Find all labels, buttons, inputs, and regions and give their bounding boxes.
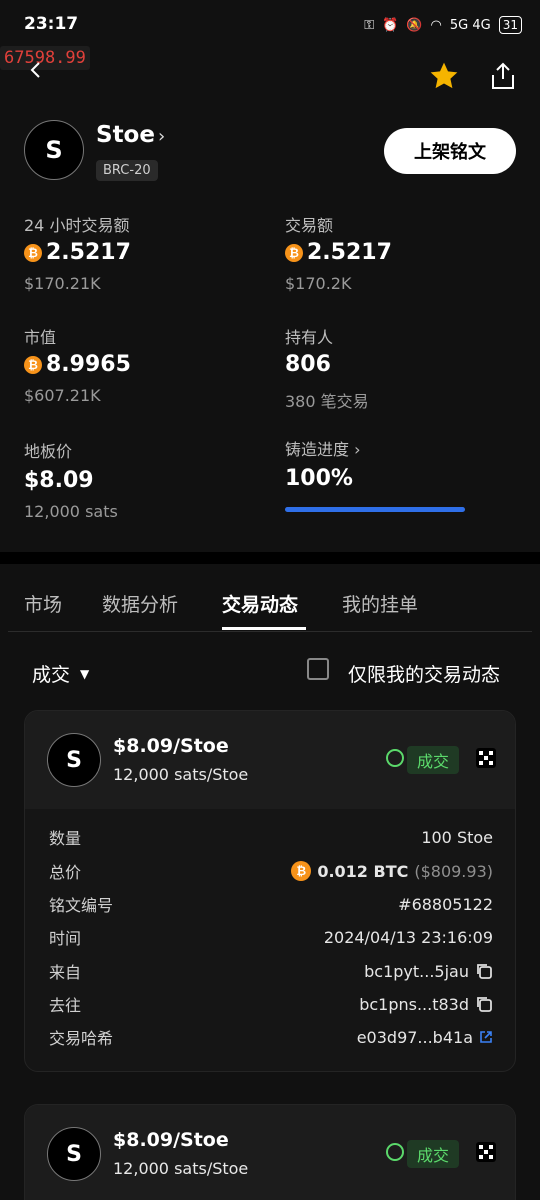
alarm-icon: ⏰ — [382, 17, 399, 33]
my-activity-checkbox[interactable] — [307, 658, 329, 680]
key-icon: ⚿ — [364, 17, 375, 33]
section-divider — [0, 552, 540, 564]
holders-transactions: 380 笔交易 — [285, 392, 369, 411]
holders-value: 806 — [285, 352, 331, 377]
mint-progress-label[interactable]: 铸造进度 › — [285, 436, 361, 460]
tx-hash-link[interactable]: e03d97...b41a — [357, 1028, 493, 1047]
trade-price: $8.09/Stoe — [113, 1129, 229, 1151]
copy-icon[interactable] — [475, 995, 493, 1013]
status-icons: ⚿ ⏰ 🔕 ◠ 5G 4G 31 — [364, 16, 522, 34]
price-overlay: 67598.99 — [0, 46, 90, 70]
token-avatar: S — [47, 1127, 101, 1181]
floor-label: 地板价 — [24, 442, 73, 461]
active-tab-indicator — [222, 627, 306, 630]
volume-usd: $170.2K — [285, 274, 352, 293]
detail-inscription: 铭文编号 #68805122 — [49, 894, 493, 916]
trade-sats-price: 12,000 sats/Stoe — [113, 1159, 249, 1178]
detail-time: 时间 2024/04/13 23:16:09 — [49, 927, 493, 949]
volume-value: ₿ 2.5217 — [285, 240, 392, 265]
vol24h-usd: $170.21K — [24, 274, 101, 293]
okx-logo-icon — [476, 748, 496, 768]
status-circle-icon — [386, 1143, 404, 1161]
tab-activity[interactable]: 交易动态 — [222, 590, 298, 617]
back-arrow-icon[interactable] — [28, 62, 44, 78]
holders-label: 持有人 — [285, 328, 334, 347]
mute-icon: 🔕 — [406, 17, 423, 33]
market-cap-value: ₿ 8.9965 — [24, 352, 131, 377]
market-cap-usd: $607.21K — [24, 386, 101, 405]
tabs-divider — [8, 631, 532, 632]
caret-down-icon: ▼ — [80, 666, 90, 681]
floor-value: $8.09 — [24, 468, 94, 493]
external-link-icon — [480, 1031, 492, 1043]
copy-icon[interactable] — [475, 962, 493, 980]
bitcoin-icon: ₿ — [24, 243, 42, 262]
trade-card: S $8.09/Stoe 12,000 sats/Stoe 成交 数量 100 … — [24, 710, 516, 1072]
wifi-icon: ◠ — [430, 17, 442, 33]
tab-market[interactable]: 市场 — [24, 590, 62, 617]
detail-hash: 交易哈希 e03d97...b41a — [49, 1025, 493, 1049]
my-activity-label[interactable]: 仅限我的交易动态 — [348, 660, 500, 687]
status-bar: 23:17 ⚿ ⏰ 🔕 ◠ 5G 4G 31 — [0, 0, 540, 52]
mint-progress-value: 100% — [285, 466, 353, 491]
tab-bar: 市场 数据分析 交易动态 我的挂单 — [0, 590, 540, 632]
trade-card: S $8.09/Stoe 12,000 sats/Stoe 成交 — [24, 1104, 516, 1200]
token-standard-tag: BRC-20 — [96, 160, 158, 181]
bitcoin-icon: ₿ — [291, 861, 312, 881]
chevron-right-icon: › — [354, 440, 361, 459]
trade-sats-price: 12,000 sats/Stoe — [113, 765, 249, 784]
tab-analytics[interactable]: 数据分析 — [102, 590, 178, 617]
token-avatar: S — [24, 120, 84, 180]
detail-from: 来自 bc1pyt...5jau — [49, 959, 493, 983]
chevron-right-icon[interactable]: › — [158, 126, 165, 147]
share-icon[interactable] — [490, 62, 516, 90]
mint-progress-fill — [285, 507, 465, 512]
list-inscription-button[interactable]: 上架铭文 — [384, 128, 516, 174]
status-badge: 成交 — [407, 746, 460, 774]
detail-to: 去往 bc1pns...t83d — [49, 992, 493, 1016]
mint-progress-bar — [285, 507, 465, 512]
floor-sats: 12,000 sats — [24, 502, 118, 521]
token-avatar: S — [47, 733, 101, 787]
bitcoin-icon: ₿ — [24, 355, 42, 374]
bitcoin-icon: ₿ — [285, 243, 303, 262]
vol24h-label: 24 小时交易额 — [24, 216, 130, 235]
vol24h-value: ₿ 2.5217 — [24, 240, 131, 265]
battery-icon: 31 — [498, 16, 522, 34]
market-cap-label: 市值 — [24, 328, 57, 347]
token-name[interactable]: Stoe — [96, 122, 155, 148]
status-badge: 成交 — [407, 1140, 460, 1168]
detail-total: 总价 ₿ 0.012 BTC ($809.93) — [49, 861, 493, 882]
status-time: 23:17 — [24, 14, 79, 34]
detail-quantity: 数量 100 Stoe — [49, 827, 493, 849]
status-circle-icon — [386, 749, 404, 767]
tab-my-listings[interactable]: 我的挂单 — [342, 590, 418, 617]
okx-logo-icon — [476, 1142, 496, 1162]
favorite-star-icon[interactable] — [428, 60, 460, 92]
volume-label: 交易额 — [285, 216, 334, 235]
trade-price: $8.09/Stoe — [113, 735, 229, 757]
signal-icon: 5G 4G — [449, 17, 491, 33]
filter-dropdown[interactable]: 成交 ▼ — [32, 660, 89, 687]
